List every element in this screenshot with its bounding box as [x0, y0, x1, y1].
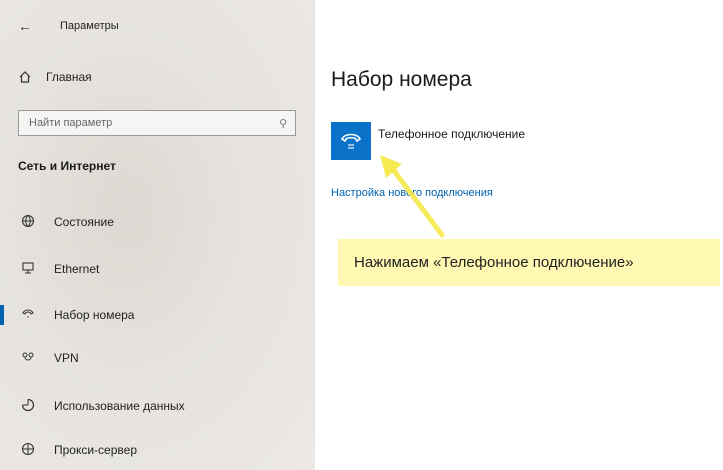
sidebar: ← Параметры Главная Найти параметр ⚲ Сет… — [0, 0, 315, 470]
sidebar-item-label: Набор номера — [54, 308, 135, 322]
sidebar-item-label: Прокси-сервер — [54, 443, 137, 457]
sidebar-item-label: VPN — [54, 351, 79, 365]
sidebar-item-label: Ethernet — [54, 262, 100, 276]
sidebar-item-vpn[interactable]: VPN — [18, 347, 79, 369]
phone-icon — [340, 133, 362, 149]
section-title: Сеть и Интернет — [18, 159, 116, 173]
sidebar-item-proxy[interactable]: Прокси-сервер — [18, 439, 137, 461]
dialup-connection-tile[interactable] — [331, 122, 371, 160]
title-bar: ← Параметры — [18, 16, 119, 36]
home-icon — [19, 71, 31, 83]
dialup-connection-label[interactable]: Телефонное подключение — [378, 127, 525, 141]
phone-icon — [18, 307, 38, 324]
page-title: Набор номера — [331, 68, 472, 91]
vpn-icon — [18, 350, 38, 367]
back-arrow-icon[interactable]: ← — [18, 18, 38, 34]
sidebar-item-home[interactable]: Главная — [18, 70, 92, 84]
sidebar-item-ethernet[interactable]: Ethernet — [18, 258, 99, 280]
search-placeholder: Найти параметр — [29, 117, 113, 129]
annotation-arrow-icon — [380, 155, 445, 238]
sidebar-item-dialup[interactable]: Набор номера — [18, 304, 134, 326]
search-input[interactable]: Найти параметр ⚲ — [18, 110, 296, 136]
data-usage-icon — [18, 398, 38, 415]
sidebar-item-label: Состояние — [54, 215, 114, 229]
window-title: Параметры — [60, 20, 119, 32]
globe-icon — [18, 214, 38, 231]
sidebar-item-status[interactable]: Состояние — [18, 211, 114, 233]
active-indicator — [0, 305, 4, 325]
sidebar-item-data-usage[interactable]: Использование данных — [18, 395, 185, 417]
annotation-text: Нажимаем «Телефонное подключение» — [354, 254, 634, 271]
globe-icon — [18, 442, 38, 459]
search-icon[interactable]: ⚲ — [279, 117, 287, 130]
sidebar-item-label: Главная — [46, 70, 92, 84]
ethernet-icon — [18, 261, 38, 278]
sidebar-item-label: Использование данных — [54, 399, 185, 413]
